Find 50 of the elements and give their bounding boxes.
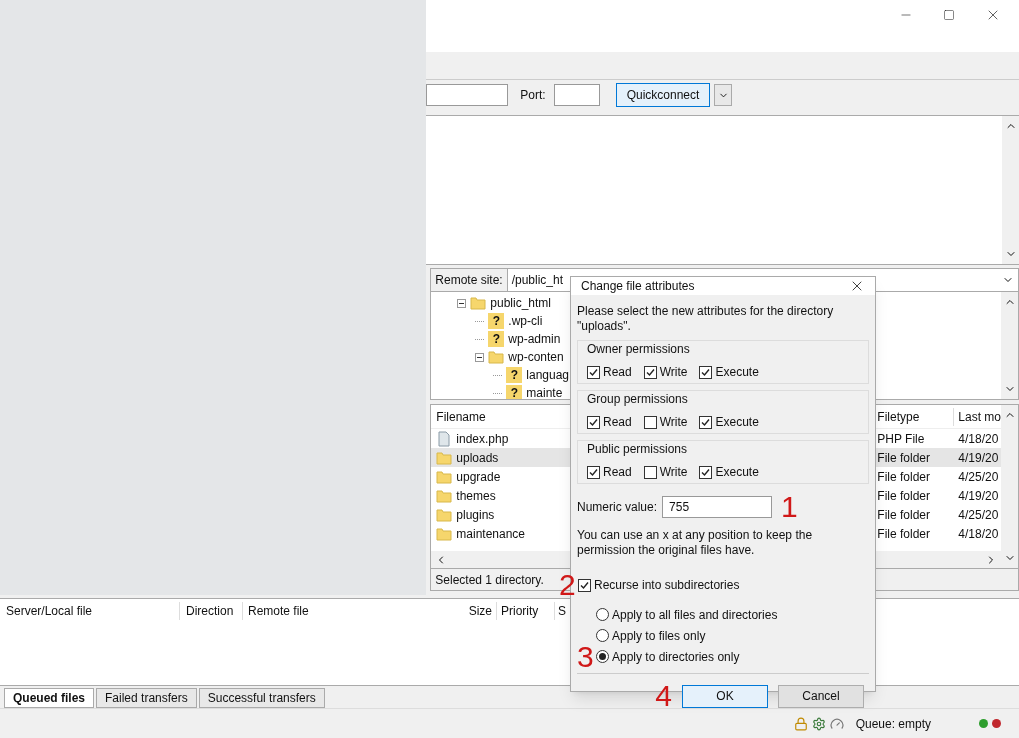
file-name: themes	[456, 487, 496, 505]
dialog-message: Please select the new attributes for the directory "uploads".	[577, 304, 835, 334]
checkbox-label: Write	[659, 464, 688, 481]
annotation-number: 3	[577, 639, 594, 673]
annotation-number: 1	[781, 492, 798, 522]
numeric-value-label: Numeric value:	[577, 499, 658, 516]
port-label: Port:	[520, 87, 546, 104]
checkbox-label: Read	[603, 364, 632, 381]
file-type: File folder	[876, 487, 931, 505]
annotation-number: 2	[559, 570, 575, 600]
file-type: File folder	[876, 468, 931, 486]
file-type: File folder	[876, 525, 931, 543]
checkbox-label: Execute	[715, 414, 759, 431]
permission-note: You can use an x at any position to keep the permission the original files have.	[577, 528, 814, 558]
file-modified: 4/19/20	[957, 449, 999, 467]
group-title: Group permissions	[587, 392, 689, 407]
group-title: Public permissions	[587, 442, 689, 457]
file-name: index.php	[456, 430, 509, 448]
remote-site-label: Remote site:	[431, 269, 508, 291]
file-modified: 4/19/20	[957, 487, 999, 505]
checkbox-label: Execute	[715, 464, 759, 481]
file-name: upgrade	[456, 468, 501, 486]
file-name: maintenance	[456, 525, 526, 543]
file-modified: 4/18/20	[957, 525, 999, 543]
checkbox-label: Recurse into subdirectories	[594, 577, 740, 594]
radio-label: Apply to all files and directories	[612, 606, 778, 624]
annotation-number: 4	[655, 681, 672, 711]
file-type: File folder	[876, 449, 931, 467]
radio-label: Apply to directories only	[612, 648, 740, 666]
group-title: Owner permissions	[587, 342, 691, 357]
radio-label: Apply to files only	[612, 627, 706, 645]
unknown-type-icon: ?	[488, 313, 505, 329]
checkbox-label: Write	[659, 364, 688, 381]
checkbox-label: Read	[603, 414, 632, 431]
file-name: plugins	[456, 506, 495, 524]
checkbox-label: Read	[603, 464, 632, 481]
file-type: PHP File	[876, 430, 926, 448]
queue-status: Queue: empty	[855, 715, 931, 733]
file-modified: 4/25/20	[957, 506, 999, 524]
checkbox-label: Write	[659, 414, 688, 431]
file-name: uploads	[456, 449, 499, 467]
file-modified: 4/25/20	[957, 468, 999, 486]
unknown-type-icon: ?	[506, 367, 523, 383]
file-modified: 4/18/20	[957, 430, 999, 448]
file-type: File folder	[876, 506, 931, 524]
unknown-type-icon: ?	[488, 331, 505, 347]
selection-status: Selected 1 directory.	[434, 571, 544, 589]
unknown-type-icon: ?	[506, 385, 523, 399]
dialog-title: Change file attributes	[581, 278, 695, 295]
checkbox-label: Execute	[715, 364, 759, 381]
